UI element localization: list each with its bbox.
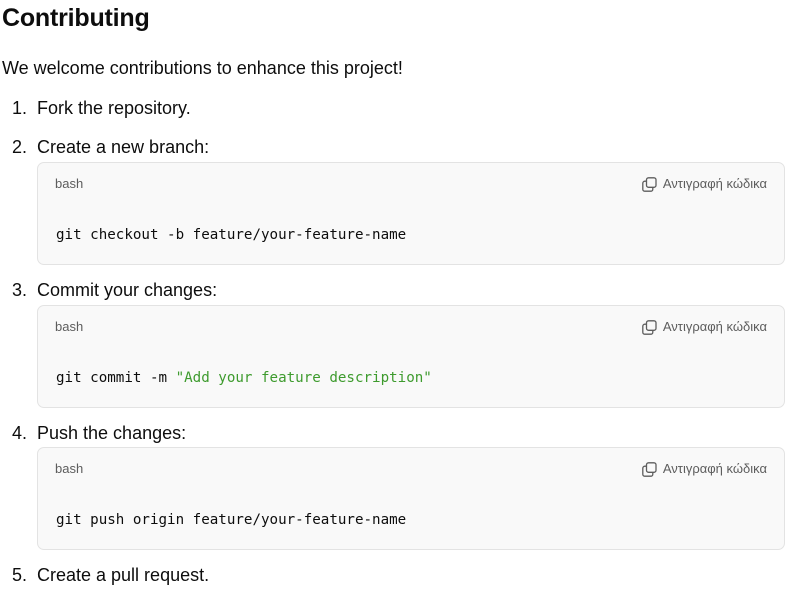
code-line: git checkout -b feature/your-feature-nam… <box>56 227 407 243</box>
step-text: Push the changes: <box>37 423 187 443</box>
step-text: Create a new branch: <box>37 137 210 157</box>
step-text: Commit your changes: <box>37 280 218 300</box>
code-line: git push origin feature/your-feature-nam… <box>56 512 407 528</box>
section-heading: Contributing <box>2 4 150 32</box>
copy-code-label: Αντιγραφή κώδικα <box>662 176 767 191</box>
copy-code-label: Αντιγραφή κώδικα <box>662 461 767 476</box>
list-item-step-5: 5. Create a pull request. <box>0 563 800 587</box>
code-block-create-branch: bash Αντιγραφή κώδικα git checkout -b fe… <box>37 162 785 265</box>
copy-code-button[interactable]: Αντιγραφή κώδικα <box>642 174 767 194</box>
code-command: git commit -m <box>56 370 176 386</box>
list-item-step-2: 2. Create a new branch: <box>0 135 800 159</box>
code-language-label: bash <box>55 176 84 191</box>
copy-icon <box>642 176 657 192</box>
code-block-commit: bash Αντιγραφή κώδικα git commit -m "Add… <box>37 305 785 408</box>
copy-code-button[interactable]: Αντιγραφή κώδικα <box>642 317 767 337</box>
step-number: 2. <box>12 137 28 157</box>
step-number: 4. <box>12 423 28 443</box>
code-line: git commit -m "Add your feature descript… <box>56 368 432 388</box>
step-text: Create a pull request. <box>37 565 210 585</box>
copy-icon <box>642 461 657 477</box>
step-number: 5. <box>12 565 28 585</box>
code-string-literal: "Add your feature description" <box>175 370 432 386</box>
list-item-step-3: 3. Commit your changes: <box>0 278 800 302</box>
copy-icon <box>642 319 657 335</box>
intro-text: We welcome contributions to enhance this… <box>2 58 403 78</box>
code-block-push: bash Αντιγραφή κώδικα git push origin fe… <box>37 447 785 550</box>
step-number: 1. <box>12 98 28 118</box>
contributing-section: Contributing We welcome contributions to… <box>0 0 800 596</box>
copy-code-label: Αντιγραφή κώδικα <box>662 319 767 334</box>
list-item-step-1: 1. Fork the repository. <box>0 96 800 120</box>
step-number: 3. <box>12 280 28 300</box>
copy-code-button[interactable]: Αντιγραφή κώδικα <box>642 459 767 479</box>
list-item-step-4: 4. Push the changes: <box>0 421 800 445</box>
code-language-label: bash <box>55 461 84 476</box>
step-text: Fork the repository. <box>37 98 191 118</box>
code-language-label: bash <box>55 319 84 334</box>
